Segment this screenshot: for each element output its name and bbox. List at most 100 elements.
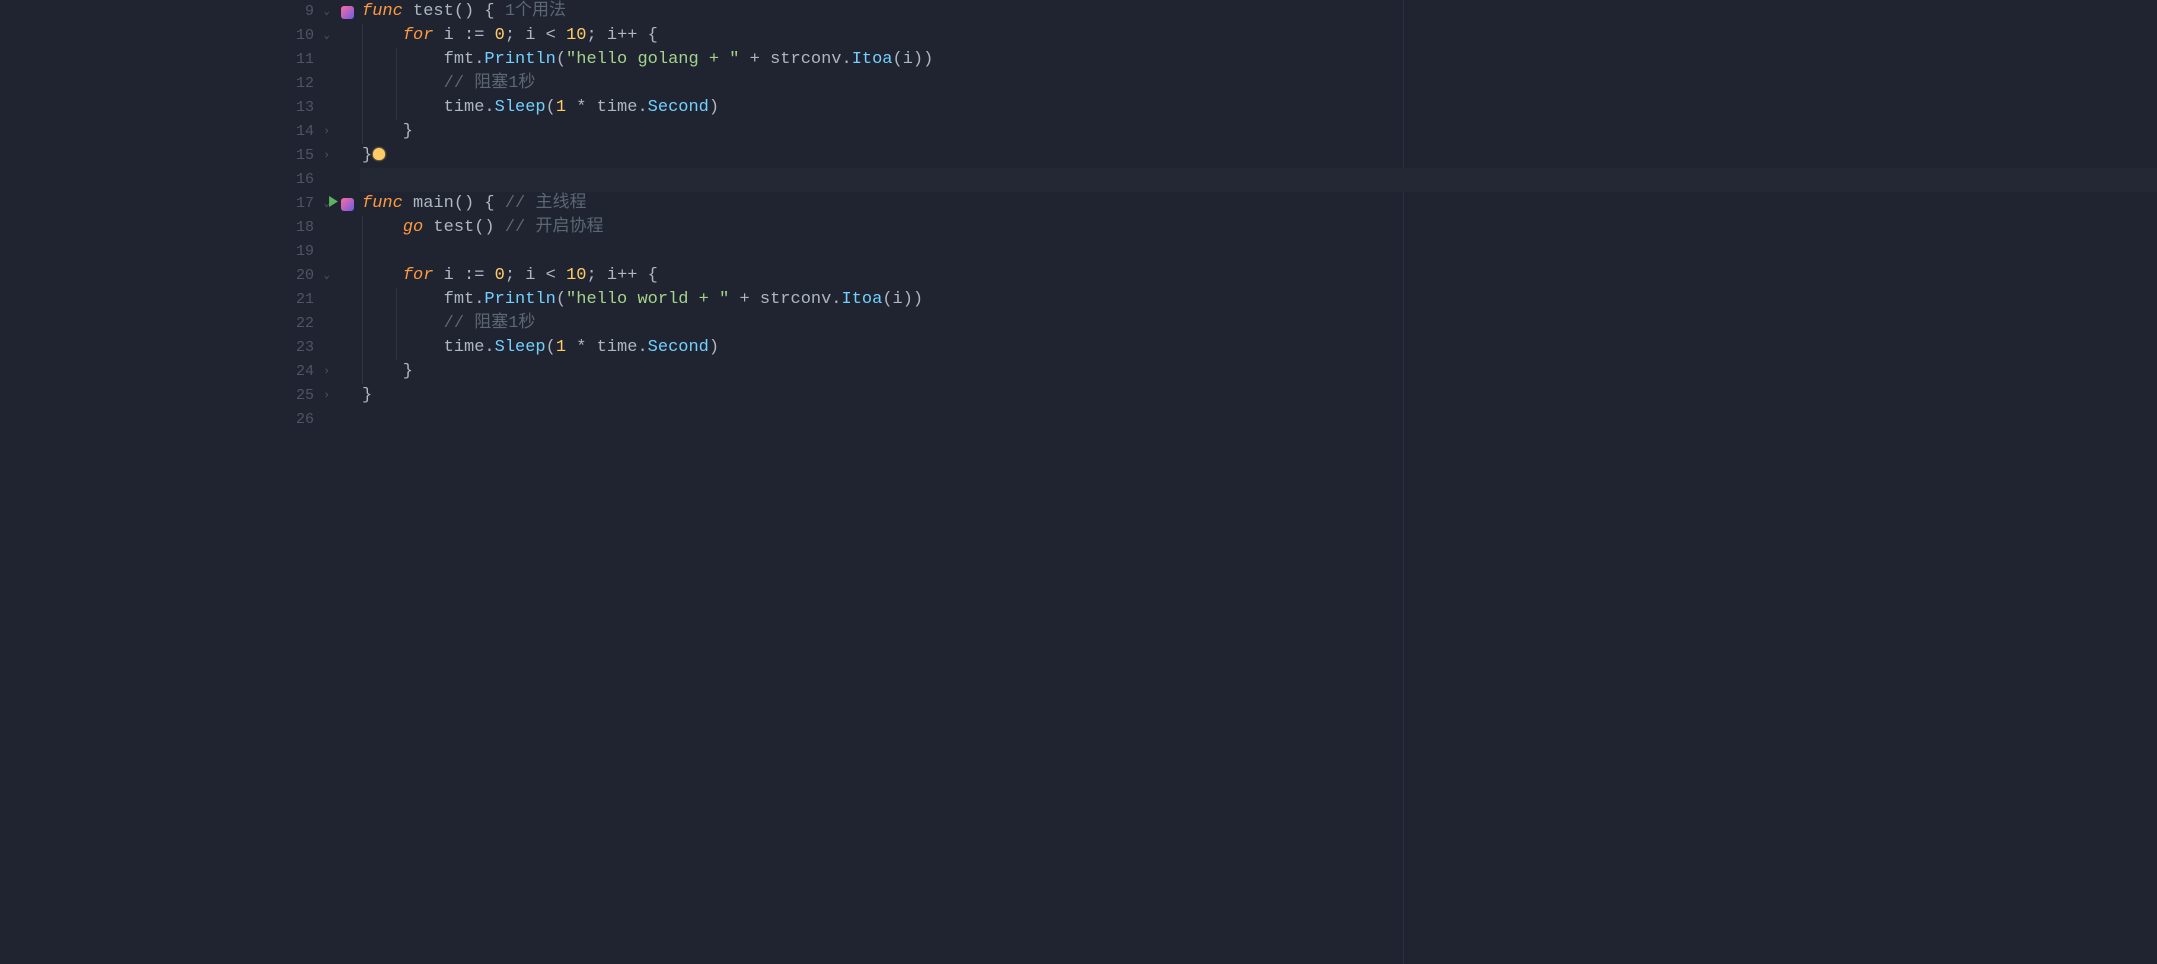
line-number[interactable]: 12 (272, 72, 360, 96)
run-icon[interactable] (328, 192, 339, 216)
code-token: main (413, 194, 454, 213)
indent-guide (362, 264, 363, 288)
indent-guide (362, 288, 363, 312)
code-token: ( (546, 98, 556, 117)
code-token: ) (709, 338, 719, 357)
code-token: i := (444, 266, 495, 285)
code-token: (i)) (882, 290, 923, 309)
code-token: 1 (556, 98, 566, 117)
editor-wrap: 9⌄10⌄11121314›15›1617⌄181920⌄21222324›25… (0, 0, 2157, 964)
code-line[interactable]: for i := 0; i < 10; i++ { (360, 264, 2157, 288)
code-token: for (403, 266, 444, 285)
line-number[interactable]: 21 (272, 288, 360, 312)
code-editor[interactable]: 9⌄10⌄11121314›15›1617⌄181920⌄21222324›25… (272, 0, 2157, 964)
code-token: * time. (566, 338, 648, 357)
code-token (362, 74, 444, 93)
indent-guide (362, 120, 363, 144)
code-token: + strconv. (739, 50, 851, 69)
indent-guide (396, 48, 397, 72)
line-number[interactable]: 11 (272, 48, 360, 72)
fold-open-icon[interactable]: ⌄ (323, 24, 330, 48)
code-line[interactable]: } (360, 384, 2157, 408)
code-token: } (362, 146, 372, 165)
code-token: time. (362, 338, 495, 357)
code-line[interactable] (360, 408, 2157, 432)
code-token (362, 218, 403, 237)
line-number[interactable]: 19 (272, 240, 360, 264)
code-token: // 开启协程 (505, 218, 604, 237)
indent-guide (362, 48, 363, 72)
code-line[interactable]: time.Sleep(1 * time.Second) (360, 96, 2157, 120)
lightbulb-icon[interactable] (373, 148, 385, 160)
code-token: // 阻塞1秒 (444, 74, 536, 93)
code-token: ; i < (505, 26, 566, 45)
code-token: time. (362, 98, 495, 117)
line-number[interactable]: 10⌄ (272, 24, 360, 48)
code-token: fmt. (362, 50, 484, 69)
code-token: Second (648, 338, 709, 357)
code-token: "hello golang + " (566, 50, 739, 69)
code-line[interactable]: func main() { // 主线程 (360, 192, 2157, 216)
fold-close-icon[interactable]: › (323, 360, 330, 384)
code-token: for (403, 26, 444, 45)
code-token: 0 (495, 266, 505, 285)
line-number[interactable]: 15› (272, 144, 360, 168)
code-token: test (413, 2, 454, 21)
code-token: ; i++ { (586, 266, 657, 285)
code-line[interactable]: // 阻塞1秒 (360, 72, 2157, 96)
code-line[interactable]: time.Sleep(1 * time.Second) (360, 336, 2157, 360)
code-line[interactable]: fmt.Println("hello golang + " + strconv.… (360, 48, 2157, 72)
code-line[interactable]: for i := 0; i < 10; i++ { (360, 24, 2157, 48)
line-number[interactable]: 23 (272, 336, 360, 360)
code-token: ; i++ { (586, 26, 657, 45)
code-token: Sleep (495, 338, 546, 357)
code-token: ( (546, 338, 556, 357)
line-number[interactable]: 22 (272, 312, 360, 336)
line-number[interactable]: 24› (272, 360, 360, 384)
code-line[interactable]: // 阻塞1秒 (360, 312, 2157, 336)
code-token: test() (433, 218, 504, 237)
indent-guide (362, 216, 363, 240)
code-token: + strconv. (729, 290, 841, 309)
code-area[interactable]: func test() { 1个用法 for i := 0; i < 10; i… (360, 0, 2157, 964)
line-number[interactable]: 17⌄ (272, 192, 360, 216)
code-token: Println (484, 290, 555, 309)
line-number[interactable]: 9⌄ (272, 0, 360, 24)
code-token: fmt. (362, 290, 484, 309)
code-line[interactable]: } (360, 120, 2157, 144)
line-number[interactable]: 26 (272, 408, 360, 432)
function-icon[interactable] (341, 6, 354, 19)
indent-guide (362, 240, 363, 264)
code-line[interactable]: fmt.Println("hello world + " + strconv.I… (360, 288, 2157, 312)
line-gutter[interactable]: 9⌄10⌄11121314›15›1617⌄181920⌄21222324›25… (272, 0, 360, 964)
indent-guide (396, 312, 397, 336)
code-token: 1个用法 (505, 2, 566, 21)
code-token: "hello world + " (566, 290, 729, 309)
code-token: go (403, 218, 434, 237)
fold-open-icon[interactable]: ⌄ (323, 0, 330, 24)
code-token: Second (648, 98, 709, 117)
code-line[interactable] (360, 240, 2157, 264)
code-line[interactable]: func test() { 1个用法 (360, 0, 2157, 24)
fold-close-icon[interactable]: › (323, 384, 330, 408)
code-token (362, 266, 403, 285)
code-line[interactable] (360, 168, 2157, 192)
line-number[interactable]: 13 (272, 96, 360, 120)
code-line[interactable]: go test() // 开启协程 (360, 216, 2157, 240)
fold-open-icon[interactable]: ⌄ (323, 264, 330, 288)
fold-close-icon[interactable]: › (323, 144, 330, 168)
line-number[interactable]: 16 (272, 168, 360, 192)
fold-close-icon[interactable]: › (323, 120, 330, 144)
code-line[interactable]: } (360, 144, 2157, 168)
line-number[interactable]: 14› (272, 120, 360, 144)
code-token (362, 314, 444, 333)
function-icon[interactable] (341, 198, 354, 211)
line-number[interactable]: 20⌄ (272, 264, 360, 288)
line-number[interactable]: 18 (272, 216, 360, 240)
indent-guide (396, 336, 397, 360)
indent-guide (362, 72, 363, 96)
indent-guide (362, 96, 363, 120)
line-number[interactable]: 25› (272, 384, 360, 408)
code-token: Sleep (495, 98, 546, 117)
code-line[interactable]: } (360, 360, 2157, 384)
